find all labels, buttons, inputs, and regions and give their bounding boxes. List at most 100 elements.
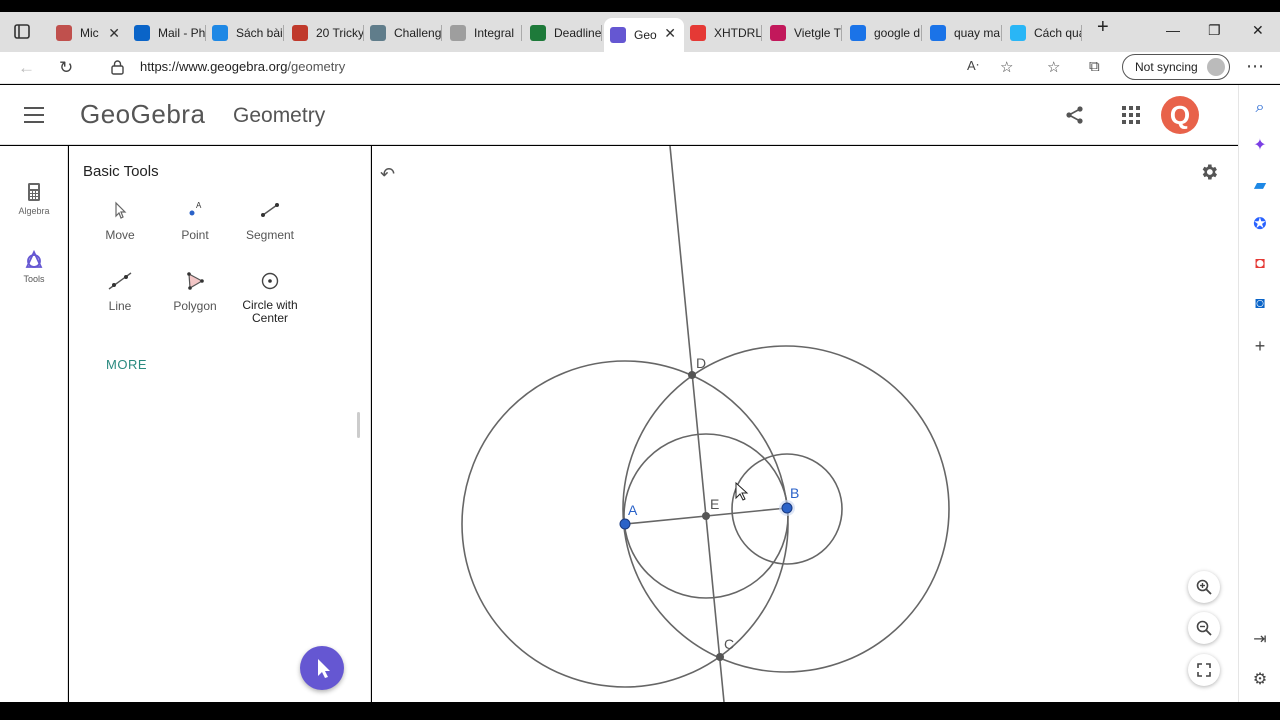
tab-favicon-icon: [134, 25, 150, 41]
browser-tab[interactable]: 20 Tricky: [286, 18, 364, 48]
rail-item-tools[interactable]: Tools: [0, 250, 68, 284]
svg-text:A: A: [196, 201, 202, 210]
browser-tab[interactable]: Deadline: [524, 18, 602, 48]
share-icon[interactable]: [1065, 105, 1085, 125]
add-favorite-icon[interactable]: ☆: [1000, 58, 1013, 76]
close-window-button[interactable]: ✕: [1252, 22, 1264, 39]
hide-sidebar-icon[interactable]: ⇥: [1251, 631, 1269, 649]
more-tools-button[interactable]: MORE: [106, 357, 147, 372]
zoom-out-button[interactable]: [1188, 612, 1220, 644]
tab-label: Sách bài: [236, 26, 283, 40]
browser-tab[interactable]: XHTDRL: [684, 18, 762, 48]
tool-label: Line: [108, 299, 132, 313]
tab-favicon-icon: [1010, 25, 1026, 41]
tab-label: XHTDRL: [714, 26, 762, 40]
sync-button[interactable]: Not syncing: [1122, 54, 1230, 80]
tab-favicon-icon: [370, 25, 386, 41]
close-tab-icon[interactable]: ✕: [664, 25, 676, 42]
rail-item-algebra[interactable]: Algebra: [0, 182, 68, 216]
close-tab-icon[interactable]: ✕: [108, 25, 120, 42]
browser-tab[interactable]: quay ma: [924, 18, 1002, 48]
collections-icon[interactable]: ⧉: [1089, 58, 1100, 75]
sync-label: Not syncing: [1135, 60, 1198, 74]
tool-polygon[interactable]: Polygon: [158, 271, 232, 313]
tool-circle-with-center[interactable]: Circle with Center: [233, 271, 307, 325]
tab-separator: [1001, 25, 1002, 41]
copilot-icon[interactable]: ✦: [1251, 137, 1269, 155]
minimize-button[interactable]: —: [1166, 22, 1180, 38]
tab-label: Vietgle T: [794, 26, 841, 40]
zoom-in-icon: [1196, 579, 1212, 595]
tab-separator: [441, 25, 442, 41]
add-sidebar-app-icon[interactable]: +: [1251, 337, 1269, 355]
browser-tab[interactable]: Integral: [444, 18, 522, 48]
point-label-c: C: [724, 636, 734, 652]
tab-label: Challeng: [394, 26, 442, 40]
office-icon[interactable]: ◘: [1251, 255, 1269, 273]
fullscreen-button[interactable]: [1188, 654, 1220, 686]
tab-separator: [521, 25, 522, 41]
settings-gear-icon[interactable]: [1199, 162, 1219, 182]
tool-label: Segment: [245, 228, 295, 242]
search-icon[interactable]: ⌕: [1251, 99, 1269, 117]
fullscreen-icon: [1197, 663, 1211, 677]
tab-label: Geo: [634, 28, 657, 42]
user-avatar[interactable]: Q: [1161, 96, 1199, 134]
graphics-view[interactable]: A B C D E ↶: [372, 146, 1238, 702]
outlook-icon[interactable]: ◙: [1251, 295, 1269, 313]
browser-tab[interactable]: Mic ✕: [50, 18, 128, 48]
read-aloud-icon[interactable]: Aᐧ: [967, 58, 979, 74]
calculator-icon: [28, 183, 40, 201]
browser-tab[interactable]: Cách qua: [1004, 18, 1082, 48]
tab-favicon-icon: [690, 25, 706, 41]
browser-tab[interactable]: google d: [844, 18, 922, 48]
tab-favicon-icon: [770, 25, 786, 41]
zoom-out-icon: [1196, 620, 1212, 636]
hamburger-menu-icon[interactable]: [24, 107, 44, 123]
url-field[interactable]: https://www.geogebra.org/geometry: [140, 59, 345, 74]
tools-panel: Basic Tools Move A Point Segment Line Po…: [69, 146, 371, 702]
tool-line[interactable]: Line: [83, 271, 157, 313]
shopping-icon[interactable]: ▰: [1251, 177, 1269, 195]
favorites-icon[interactable]: ☆: [1047, 58, 1060, 76]
tool-segment[interactable]: Segment: [233, 200, 307, 242]
circle-center-icon: [261, 272, 279, 290]
refresh-icon[interactable]: ↻: [59, 58, 73, 78]
back-icon[interactable]: ←: [18, 58, 35, 78]
browser-tab[interactable]: Sách bài: [206, 18, 284, 48]
zoom-in-button[interactable]: [1188, 571, 1220, 603]
tab-favicon-icon: [56, 25, 72, 41]
games-icon[interactable]: ✪: [1251, 216, 1269, 234]
panel-resize-handle[interactable]: [357, 412, 360, 438]
browser-tab[interactable]: Mail - Ph: [128, 18, 206, 48]
tool-label: Move: [105, 228, 135, 242]
restore-button[interactable]: ❐: [1208, 22, 1221, 39]
tools-icon: [25, 250, 43, 268]
tool-move[interactable]: Move: [83, 200, 157, 242]
tab-favicon-icon: [610, 27, 626, 43]
browser-tab[interactable]: Geo ✕: [604, 18, 684, 52]
tab-separator: [601, 25, 602, 41]
tab-separator: [921, 25, 922, 41]
perpendicular-bisector-line[interactable]: [669, 146, 725, 702]
browser-tab[interactable]: Challeng: [364, 18, 442, 48]
tab-label: quay ma: [954, 26, 1001, 40]
tab-actions-icon[interactable]: [10, 20, 34, 44]
point-b[interactable]: B: [779, 485, 799, 516]
tool-point[interactable]: A Point: [158, 200, 232, 242]
more-options-icon[interactable]: ⋯: [1246, 56, 1264, 77]
rail-label-algebra: Algebra: [18, 206, 50, 216]
tab-favicon-icon: [850, 25, 866, 41]
move-tool-fab[interactable]: [300, 646, 344, 690]
browser-tab[interactable]: Vietgle T: [764, 18, 842, 48]
new-tab-button[interactable]: +: [1097, 16, 1109, 39]
tab-separator: [841, 25, 842, 41]
construction-drawing[interactable]: A B C D E: [372, 146, 1238, 702]
geogebra-logo[interactable]: GeoGebra: [80, 99, 205, 130]
undo-icon[interactable]: ↶: [380, 164, 395, 185]
sidebar-settings-icon[interactable]: ⚙: [1251, 671, 1269, 689]
lock-icon[interactable]: [111, 60, 124, 75]
apps-grid-icon[interactable]: [1122, 106, 1140, 124]
tab-favicon-icon: [930, 25, 946, 41]
edge-sidebar: ⌕ ✦ ▰ ✪ ◘ ◙ + ⇥ ⚙: [1238, 85, 1280, 702]
